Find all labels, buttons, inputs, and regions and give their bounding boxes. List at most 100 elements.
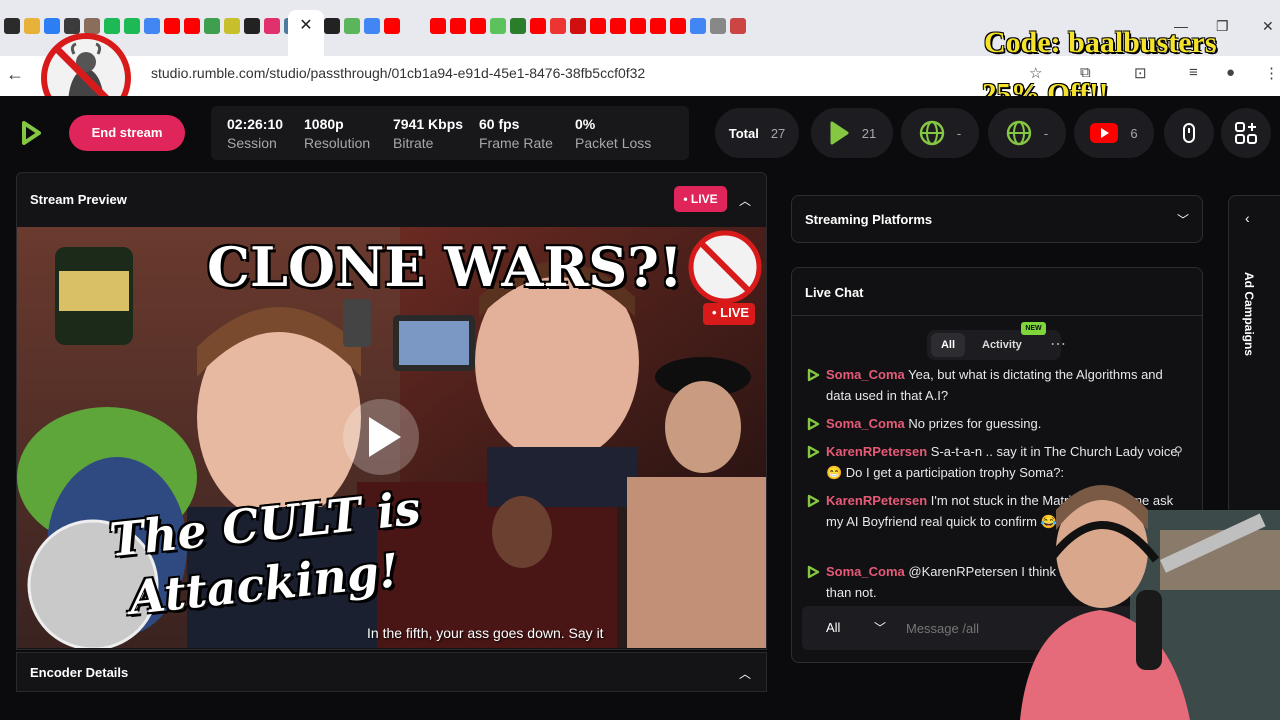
studio-top-bar: End stream 02:26:10 Session 1080p Resolu… xyxy=(0,96,1280,170)
tab-favicon[interactable] xyxy=(384,18,400,34)
tab-favicon[interactable] xyxy=(164,18,180,34)
chat-filter-select[interactable]: All xyxy=(826,620,840,635)
tab-favicon[interactable] xyxy=(364,18,380,34)
stat-label: Resolution xyxy=(304,135,371,151)
webcam-overlay xyxy=(1020,485,1280,720)
encoder-details-panel[interactable]: Encoder Details ︿ xyxy=(16,652,767,692)
panel-title: Stream Preview xyxy=(30,192,127,207)
maximize-icon[interactable]: ❐ xyxy=(1216,18,1229,35)
tab-favicon[interactable] xyxy=(24,18,40,34)
tab-favicon[interactable] xyxy=(730,18,746,34)
chat-username[interactable]: KarenRPetersen xyxy=(826,493,927,508)
globe-icon xyxy=(919,120,945,146)
tab-favicon[interactable] xyxy=(710,18,726,34)
total-label: Total xyxy=(728,125,759,141)
tab-favicon[interactable] xyxy=(144,18,160,34)
panel-title: Encoder Details xyxy=(30,665,129,680)
collapse-chevron-up-icon[interactable]: ︿ xyxy=(739,192,751,209)
promo-code-text: Code: baalbusters xyxy=(984,26,1217,59)
collapse-chevron-up-icon[interactable]: ︿ xyxy=(739,665,751,682)
tab-favicon[interactable] xyxy=(570,18,586,34)
menu-kebab-icon[interactable]: ⋮ xyxy=(1264,64,1279,82)
tab-favicon[interactable] xyxy=(590,18,606,34)
ad-campaigns-tab[interactable]: Ad Campaigns xyxy=(1242,272,1256,356)
tab-close-icon[interactable]: ✕ xyxy=(296,16,316,36)
back-icon[interactable]: ← xyxy=(6,64,26,85)
stat-label: Frame Rate xyxy=(479,135,553,151)
chat-username[interactable]: KarenRPetersen xyxy=(826,444,927,459)
web-count: - xyxy=(1043,125,1049,141)
web-viewers-pill-2[interactable]: - xyxy=(988,108,1066,158)
tab-favicon[interactable] xyxy=(184,18,200,34)
tab-favicon[interactable] xyxy=(490,18,506,34)
youtube-count: 6 xyxy=(1130,125,1138,141)
stat-resolution: 1080p Resolution xyxy=(304,116,370,151)
rumble-icon xyxy=(807,417,820,431)
web-viewers-pill-1[interactable]: - xyxy=(901,108,979,158)
tab-favicon[interactable] xyxy=(670,18,686,34)
chat-username[interactable]: Soma_Coma xyxy=(826,367,905,382)
tab-favicon[interactable] xyxy=(450,18,466,34)
expand-chevron-down-icon[interactable]: ﹀ xyxy=(1177,211,1189,228)
panel-title: Streaming Platforms xyxy=(805,212,933,227)
chat-username[interactable]: Soma_Coma xyxy=(826,416,905,431)
stat-value: 0% xyxy=(575,116,596,132)
rumble-count: 21 xyxy=(861,125,877,141)
tab-favicon[interactable] xyxy=(510,18,526,34)
media-controls-icon[interactable]: ≡ xyxy=(1189,64,1198,81)
stat-value: 7941 Kbps xyxy=(393,116,464,132)
stream-video[interactable]: CLONE WARS?! The CULT is Attacking! • LI… xyxy=(17,227,766,648)
rumble-icon xyxy=(807,368,820,382)
tab-favicon[interactable] xyxy=(344,18,360,34)
rumble-logo-icon[interactable] xyxy=(20,121,42,145)
tab-favicon[interactable] xyxy=(244,18,260,34)
stat-value: 60 fps xyxy=(479,116,520,132)
stat-value: 1080p xyxy=(304,116,344,132)
end-stream-button[interactable]: End stream xyxy=(69,115,185,151)
rumble-icon xyxy=(807,565,820,579)
tab-favicon[interactable] xyxy=(264,18,280,34)
new-badge: NEW xyxy=(1021,322,1046,335)
url-field[interactable]: studio.rumble.com/studio/passthrough/01c… xyxy=(151,65,645,81)
tab-favicon[interactable] xyxy=(324,18,340,34)
hand-raise-button[interactable] xyxy=(1164,108,1214,158)
tab-favicon[interactable] xyxy=(4,18,20,34)
tab-favicon[interactable] xyxy=(610,18,626,34)
cast-icon[interactable]: ⊡ xyxy=(1134,64,1147,82)
stat-bitrate: 7941 Kbps Bitrate xyxy=(393,116,463,151)
tab-favicon[interactable] xyxy=(650,18,666,34)
tab-favicon[interactable] xyxy=(530,18,546,34)
tab-favicon[interactable] xyxy=(470,18,486,34)
streaming-platforms-panel[interactable]: Streaming Platforms ﹀ xyxy=(791,195,1203,243)
tab-favicon[interactable] xyxy=(690,18,706,34)
live-badge: • LIVE xyxy=(674,186,727,212)
pin-icon[interactable]: ⚲ xyxy=(1174,441,1183,462)
tab-favicon[interactable] xyxy=(550,18,566,34)
chevron-down-icon[interactable]: ﹀ xyxy=(874,619,886,636)
total-viewers-pill[interactable]: Total 27 xyxy=(715,108,799,158)
tab-favicon[interactable] xyxy=(430,18,446,34)
web-count: - xyxy=(956,125,962,141)
youtube-viewers-pill[interactable]: 6 xyxy=(1074,108,1154,158)
total-count: 27 xyxy=(770,125,786,141)
youtube-icon xyxy=(1090,123,1119,143)
stat-label: Packet Loss xyxy=(575,135,652,151)
add-widget-button[interactable] xyxy=(1221,108,1271,158)
rumble-viewers-pill[interactable]: 21 xyxy=(811,108,893,158)
tab-favicon[interactable] xyxy=(204,18,220,34)
chat-message: Soma_Coma No prizes for guessing. xyxy=(806,413,1186,434)
video-subtitle: In the fifth, your ass goes down. Say it xyxy=(367,625,604,641)
profile-avatar[interactable]: ● xyxy=(1226,64,1235,81)
chat-username[interactable]: Soma_Coma xyxy=(826,564,905,579)
tab-favicon[interactable] xyxy=(630,18,646,34)
chat-message: Soma_Coma Yea, but what is dictating the… xyxy=(806,364,1186,406)
more-options-icon[interactable]: ⋯ xyxy=(1050,334,1066,354)
panel-title: Live Chat xyxy=(805,285,864,300)
tab-favicon[interactable] xyxy=(224,18,240,34)
tab-activity[interactable]: Activity xyxy=(982,333,1022,357)
chat-header: Live Chat xyxy=(792,268,1202,316)
window-close-icon[interactable]: ✕ xyxy=(1262,18,1274,35)
tab-all[interactable]: All xyxy=(931,333,965,357)
chevron-left-icon[interactable]: ‹ xyxy=(1245,210,1250,226)
hand-icon xyxy=(1183,123,1195,143)
